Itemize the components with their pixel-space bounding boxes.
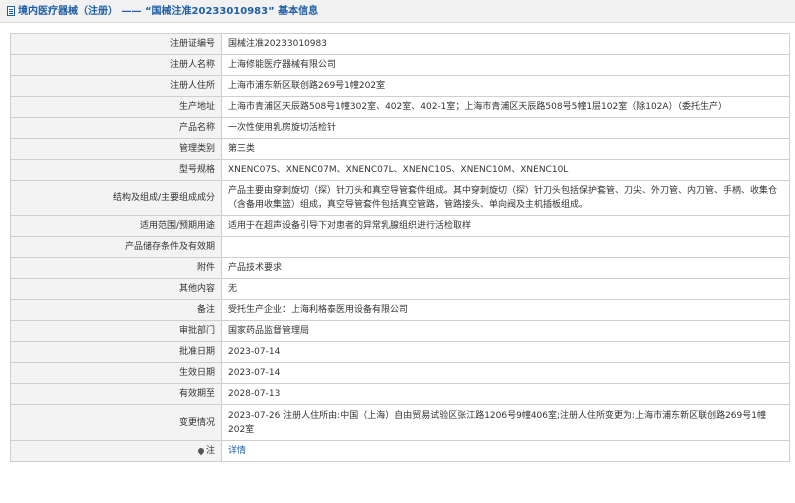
- table-row-attachment: 附件 产品技术要求: [10, 257, 790, 279]
- table-row-changes: 变更情况 2023-07-26 注册人住所由:中国（上海）自由贸易试验区张江路1…: [10, 404, 790, 441]
- row-label: 有效期至: [10, 383, 222, 405]
- table-row-intended-use: 适用范围/预期用途 适用于在超声设备引导下对患者的异常乳腺组织进行活检取样: [10, 215, 790, 237]
- table-row-registrant-name: 注册人名称 上海修能医疗器械有限公司: [10, 54, 790, 76]
- table-row-note: 注 详情: [10, 440, 790, 462]
- row-label: 其他内容: [10, 278, 222, 300]
- row-value: 适用于在超声设备引导下对患者的异常乳腺组织进行活检取样: [221, 215, 790, 237]
- row-value: 受托生产企业：上海利格泰医用设备有限公司: [221, 299, 790, 321]
- row-label: 变更情况: [10, 404, 222, 441]
- page-title: 境内医疗器械（注册） —— “国械注准20233010983” 基本信息: [18, 6, 319, 17]
- row-label: 注册人住所: [10, 75, 222, 97]
- row-label: 产品名称: [10, 117, 222, 139]
- info-panel: 注册证编号 国械注准20233010983 注册人名称 上海修能医疗器械有限公司…: [0, 29, 795, 503]
- row-value: 详情: [221, 440, 790, 462]
- row-label: 产品储存条件及有效期: [10, 236, 222, 258]
- row-value: 上海修能医疗器械有限公司: [221, 54, 790, 76]
- note-label-text: 注: [205, 445, 215, 456]
- table-row-approval-date: 批准日期 2023-07-14: [10, 341, 790, 363]
- row-label: 注册证编号: [10, 33, 222, 55]
- row-value: 上海市浦东新区联创路269号1幢202室: [221, 75, 790, 97]
- table-row-other: 其他内容 无: [10, 278, 790, 300]
- row-value: 2023-07-26 注册人住所由:中国（上海）自由贸易试验区张江路1206号9…: [221, 404, 790, 441]
- row-value: 第三类: [221, 138, 790, 160]
- pin-icon: [196, 446, 206, 455]
- table-row-effective-date: 生效日期 2023-07-14: [10, 362, 790, 384]
- table-row-registrant-address: 注册人住所 上海市浦东新区联创路269号1幢202室: [10, 75, 790, 97]
- row-label: 备注: [10, 299, 222, 321]
- row-value: 国械注准20233010983: [221, 33, 790, 55]
- table-row-registration-number: 注册证编号 国械注准20233010983: [10, 33, 790, 55]
- row-label: 管理类别: [10, 138, 222, 160]
- table-row-expiry-date: 有效期至 2028-07-13: [10, 383, 790, 405]
- row-value: 2028-07-13: [221, 383, 790, 405]
- row-value: 产品主要由穿刺旋切（探）针刀头和真空导管套件组成。其中穿刺旋切（探）针刀头包括保…: [221, 180, 790, 216]
- page-header: 境内医疗器械（注册） —— “国械注准20233010983” 基本信息: [0, 0, 795, 23]
- row-label: 注册人名称: [10, 54, 222, 76]
- table-row-product-name: 产品名称 一次性使用乳房旋切活检针: [10, 117, 790, 139]
- table-row-structure: 结构及组成/主要组成成分 产品主要由穿刺旋切（探）针刀头和真空导管套件组成。其中…: [10, 180, 790, 216]
- table-row-model-spec: 型号规格 XNENC07S、XNENC07M、XNENC07L、XNENC10S…: [10, 159, 790, 181]
- row-label: 结构及组成/主要组成成分: [10, 180, 222, 216]
- document-icon: [7, 6, 15, 16]
- row-value: 国家药品监督管理局: [221, 320, 790, 342]
- row-label: 生产地址: [10, 96, 222, 118]
- row-label: 生效日期: [10, 362, 222, 384]
- row-value: 2023-07-14: [221, 341, 790, 363]
- row-label: 附件: [10, 257, 222, 279]
- table-row-remarks: 备注 受托生产企业：上海利格泰医用设备有限公司: [10, 299, 790, 321]
- row-label: 型号规格: [10, 159, 222, 181]
- row-value: 上海市青浦区天辰路508号1幢302室、402室、402-1室；上海市青浦区天辰…: [221, 96, 790, 118]
- row-value: 无: [221, 278, 790, 300]
- table-row-production-address: 生产地址 上海市青浦区天辰路508号1幢302室、402室、402-1室；上海市…: [10, 96, 790, 118]
- row-label: 注: [10, 440, 222, 462]
- row-value: 一次性使用乳房旋切活检针: [221, 117, 790, 139]
- row-value: [221, 236, 790, 258]
- row-label: 适用范围/预期用途: [10, 215, 222, 237]
- row-value: 产品技术要求: [221, 257, 790, 279]
- row-label: 批准日期: [10, 341, 222, 363]
- table-row-management-category: 管理类别 第三类: [10, 138, 790, 160]
- basic-info-table: 注册证编号 国械注准20233010983 注册人名称 上海修能医疗器械有限公司…: [10, 33, 790, 462]
- row-value: XNENC07S、XNENC07M、XNENC07L、XNENC10S、XNEN…: [221, 159, 790, 181]
- table-row-storage: 产品储存条件及有效期: [10, 236, 790, 258]
- details-link[interactable]: 详情: [228, 446, 246, 456]
- row-label: 审批部门: [10, 320, 222, 342]
- row-value: 2023-07-14: [221, 362, 790, 384]
- table-row-approval-dept: 审批部门 国家药品监督管理局: [10, 320, 790, 342]
